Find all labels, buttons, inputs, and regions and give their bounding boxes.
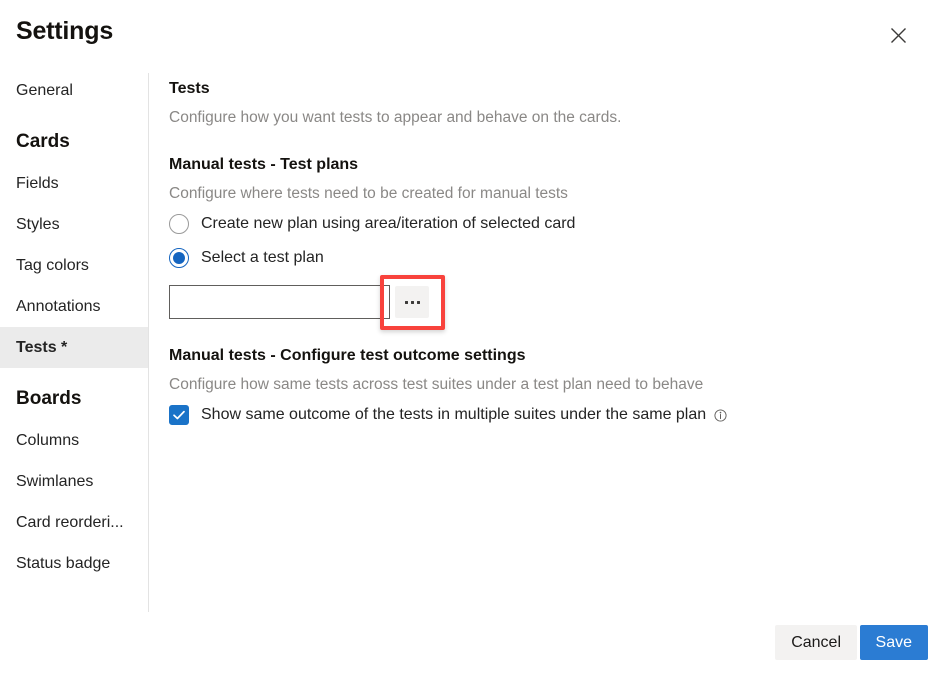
content-description: Configure how you want tests to appear a…: [169, 109, 622, 126]
dialog-footer: Cancel Save: [0, 615, 942, 673]
sidebar-item-label: Styles: [16, 216, 60, 233]
section-description-test-plans: Configure where tests need to be created…: [169, 185, 568, 202]
sidebar-item-label: Tests *: [16, 339, 68, 356]
settings-dialog: Settings General Cards Fields Styles Tag…: [0, 0, 942, 673]
sidebar-item-label: Card reorderi...: [16, 514, 124, 531]
test-plan-input[interactable]: [169, 285, 390, 319]
content-title: Tests: [169, 80, 210, 97]
sidebar-divider: [148, 73, 149, 612]
sidebar-item-tests[interactable]: Tests *: [0, 327, 148, 368]
sidebar-item-label: Status badge: [16, 555, 111, 572]
sidebar-item-label: Tag colors: [16, 257, 89, 274]
checkbox-checked-icon[interactable]: [169, 405, 189, 425]
sidebar-group-cards: Cards: [16, 131, 70, 152]
sidebar-item-tag-colors[interactable]: Tag colors: [0, 245, 148, 286]
ellipsis-dots: [404, 300, 420, 304]
section-title-test-plans: Manual tests - Test plans: [169, 156, 359, 173]
sidebar-item-label: Fields: [16, 175, 59, 192]
sidebar-item-styles[interactable]: Styles: [0, 204, 148, 245]
sidebar-item-status-badge[interactable]: Status badge: [0, 543, 148, 584]
test-plan-picker-row: [169, 285, 909, 319]
sidebar-item-label: Annotations: [16, 298, 101, 315]
sidebar-item-card-reordering[interactable]: Card reorderi...: [0, 502, 148, 543]
settings-content: Tests Configure how you want tests to ap…: [169, 78, 909, 430]
close-icon[interactable]: [878, 15, 918, 55]
radio-checked-icon[interactable]: [169, 248, 189, 268]
cancel-button[interactable]: Cancel: [775, 625, 857, 660]
sidebar-item-annotations[interactable]: Annotations: [0, 286, 148, 327]
radio-label-create-new-plan: Create new plan using area/iteration of …: [201, 215, 576, 232]
sidebar-item-general[interactable]: General: [0, 70, 148, 111]
radio-option-create-new-plan[interactable]: Create new plan using area/iteration of …: [169, 209, 909, 239]
sidebar-item-label: Columns: [16, 432, 80, 449]
section-title-outcome-settings: Manual tests - Configure test outcome se…: [169, 347, 526, 364]
page-title: Settings: [16, 17, 114, 45]
sidebar-item-columns[interactable]: Columns: [0, 420, 148, 461]
checkbox-option-show-same-outcome[interactable]: Show same outcome of the tests in multip…: [169, 400, 909, 430]
section-description-outcome-settings: Configure how same tests across test sui…: [169, 376, 704, 393]
radio-unchecked-icon[interactable]: [169, 214, 189, 234]
radio-option-select-test-plan[interactable]: Select a test plan: [169, 243, 909, 273]
sidebar-item-fields[interactable]: Fields: [0, 163, 148, 204]
settings-sidebar: General Cards Fields Styles Tag colors A…: [0, 70, 148, 615]
sidebar-item-swimlanes[interactable]: Swimlanes: [0, 461, 148, 502]
info-circle-icon[interactable]: [714, 408, 727, 422]
sidebar-item-label: Swimlanes: [16, 473, 94, 490]
save-button[interactable]: Save: [859, 625, 928, 660]
sidebar-item-label: General: [16, 82, 73, 99]
checkbox-label-show-same-outcome: Show same outcome of the tests in multip…: [201, 406, 707, 423]
sidebar-group-boards: Boards: [16, 388, 82, 409]
radio-label-select-test-plan: Select a test plan: [201, 249, 324, 266]
ellipsis-icon[interactable]: [395, 286, 429, 318]
